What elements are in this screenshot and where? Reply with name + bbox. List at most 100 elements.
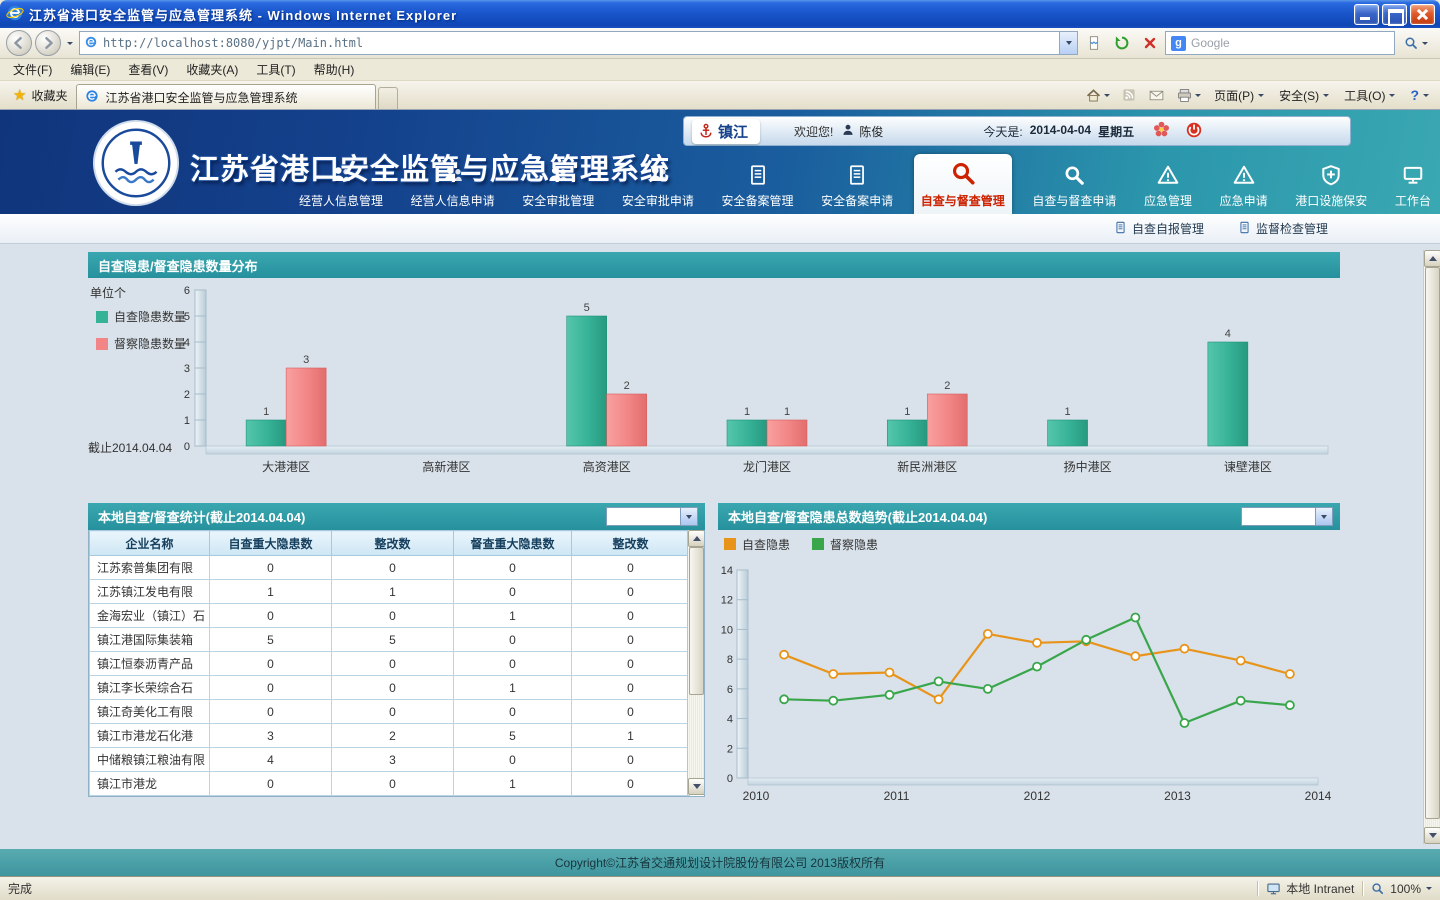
help-icon: ? [1410,87,1419,103]
legend-entry: 督察隐患 [812,536,878,552]
table-row[interactable]: 镇江市港龙0010 [90,772,690,796]
scroll-thumb[interactable] [689,547,704,695]
nav-item-8[interactable]: 自查与督查申请 [1025,156,1123,214]
stop-button[interactable] [1137,31,1162,56]
address-dropdown[interactable] [1059,32,1077,54]
scroll-down-button[interactable] [688,778,705,795]
window-title: 江苏省港口安全监管与应急管理系统 - Windows Internet Expl… [29,5,1351,24]
menu-item-6[interactable]: 帮助(H) [305,59,364,80]
logout-button[interactable] [1185,121,1203,142]
nav-item-3[interactable]: 安全审批管理 [515,156,601,214]
search-box[interactable]: g Google [1165,31,1395,55]
zoom-control[interactable]: 100% [1371,882,1432,896]
scroll-up-button[interactable] [688,530,705,547]
refresh-button[interactable] [1109,31,1134,56]
menu-item-3[interactable]: 查看(V) [119,59,177,80]
page-menu-button[interactable]: 页面(P) [1207,83,1271,107]
combo-arrow-icon[interactable] [1315,508,1332,525]
svg-text:14: 14 [721,565,733,577]
safety-menu-button[interactable]: 安全(S) [1272,83,1336,107]
column-header-2: 自查重大隐患数 [210,531,332,556]
nav-item-9[interactable]: 应急管理 [1137,156,1199,214]
home-shortcut-button[interactable] [1152,120,1171,142]
table-row[interactable]: 镇江恒泰沥青产品0000 [90,652,690,676]
menu-item-1[interactable]: 文件(F) [4,59,61,80]
search-button[interactable] [1398,31,1434,56]
home-button[interactable] [1080,83,1115,107]
nav-item-10[interactable]: 应急申请 [1213,156,1275,214]
nav-item-label: 工作台 [1395,192,1431,209]
print-button[interactable] [1171,83,1206,107]
minimize-button[interactable] [1354,4,1379,25]
legend-entry: 督察隐患数量 [96,335,186,352]
nav-item-label: 安全审批申请 [622,192,694,209]
nav-item-7[interactable]: 自查与督查管理 [914,154,1012,214]
favorites-bar: ★ 收藏夹 江苏省港口安全监管与应急管理系统 [0,81,1440,110]
main-nav: 经营人信息管理经营人信息申请安全审批管理安全审批申请安全备案管理安全备案申请自查… [292,154,1438,214]
bar-chart-container: 0123456大港港区13高新港区高资港区52龙门港区11新民洲港区12扬中港区… [88,278,1340,485]
nav-item-12[interactable]: 工作台 [1388,156,1438,214]
zoom-icon [1371,882,1385,896]
svg-text:8: 8 [727,654,733,666]
combo-arrow-icon[interactable] [680,508,697,525]
rss-button[interactable] [1116,83,1142,107]
address-bar[interactable]: http://localhost:8080/yjpt/Main.html [79,31,1078,55]
new-tab-stub[interactable] [378,87,398,109]
menu-item-5[interactable]: 工具(T) [247,59,304,80]
svg-text:龙门港区: 龙门港区 [743,459,791,474]
help-button[interactable]: ? [1403,83,1436,107]
browser-tab[interactable]: 江苏省港口安全监管与应急管理系统 [76,84,376,109]
statistics-table: 企业名称自查重大隐患数整改数督查重大隐患数整改数 江苏索普集团有限0000江苏镇… [89,530,690,796]
table-row[interactable]: 镇江市港龙石化港3251 [90,724,690,748]
compatibility-button[interactable] [1081,31,1106,56]
nav-item-2[interactable]: 经营人信息申请 [404,156,502,214]
table-scrollbar[interactable] [687,530,704,795]
scroll-down-button[interactable] [1424,827,1440,844]
svg-text:2012: 2012 [1024,789,1051,802]
history-dropdown[interactable] [64,30,76,56]
back-button[interactable] [6,30,32,56]
favorites-button[interactable]: ★ 收藏夹 [4,83,76,107]
city-selector[interactable]: 镇江 [692,119,760,144]
status-text: 完成 [8,880,32,897]
nav-item-4[interactable]: 安全审批申请 [615,156,701,214]
table-row[interactable]: 江苏索普集团有限0000 [90,556,690,580]
svg-text:高新港区: 高新港区 [422,459,470,474]
home-icon [1085,87,1102,104]
column-header-5: 整改数 [572,531,690,556]
mail-icon [1148,87,1165,104]
statistics-filter-combo[interactable] [606,507,698,526]
subnav-item-1[interactable]: 自查自报管理 [1114,220,1204,237]
nav-item-1[interactable]: 经营人信息管理 [292,156,390,214]
column-header-4: 督查重大隐患数 [454,531,572,556]
table-row[interactable]: 中储粮镇江粮油有限4300 [90,748,690,772]
svg-text:10: 10 [721,624,733,636]
scroll-thumb[interactable] [1425,267,1440,819]
table-row[interactable]: 镇江李长荣综合石0010 [90,676,690,700]
nav-item-6[interactable]: 安全备案申请 [814,156,900,214]
table-row[interactable]: 镇江奇美化工有限0000 [90,700,690,724]
trend-filter-combo[interactable] [1241,507,1333,526]
warning-icon [1233,164,1255,189]
nav-item-label: 经营人信息申请 [411,192,495,209]
nav-item-label: 应急管理 [1144,192,1192,209]
menu-item-2[interactable]: 编辑(E) [61,59,119,80]
tools-menu-button[interactable]: 工具(O) [1337,83,1402,107]
forward-button[interactable] [35,30,61,56]
unit-label: 单位个 [90,284,126,301]
maximize-button[interactable] [1382,4,1407,25]
nav-item-5[interactable]: 安全备案管理 [715,156,801,214]
table-row[interactable]: 江苏镇江发电有限1100 [90,580,690,604]
table-row[interactable]: 金海宏业（镇江）石0010 [90,604,690,628]
table-row[interactable]: 镇江港国际集装箱5500 [90,628,690,652]
nav-item-11[interactable]: 港口设施保安 [1288,156,1374,214]
doc-icon [1238,221,1251,237]
people-icon [330,164,352,189]
mail-button[interactable] [1143,83,1170,107]
content-scrollbar[interactable] [1423,250,1440,844]
scroll-up-button[interactable] [1424,250,1440,267]
close-button[interactable] [1410,4,1435,25]
subnav-item-2[interactable]: 监督检查管理 [1238,220,1328,237]
app-logo [92,119,180,207]
menu-item-4[interactable]: 收藏夹(A) [177,59,247,80]
